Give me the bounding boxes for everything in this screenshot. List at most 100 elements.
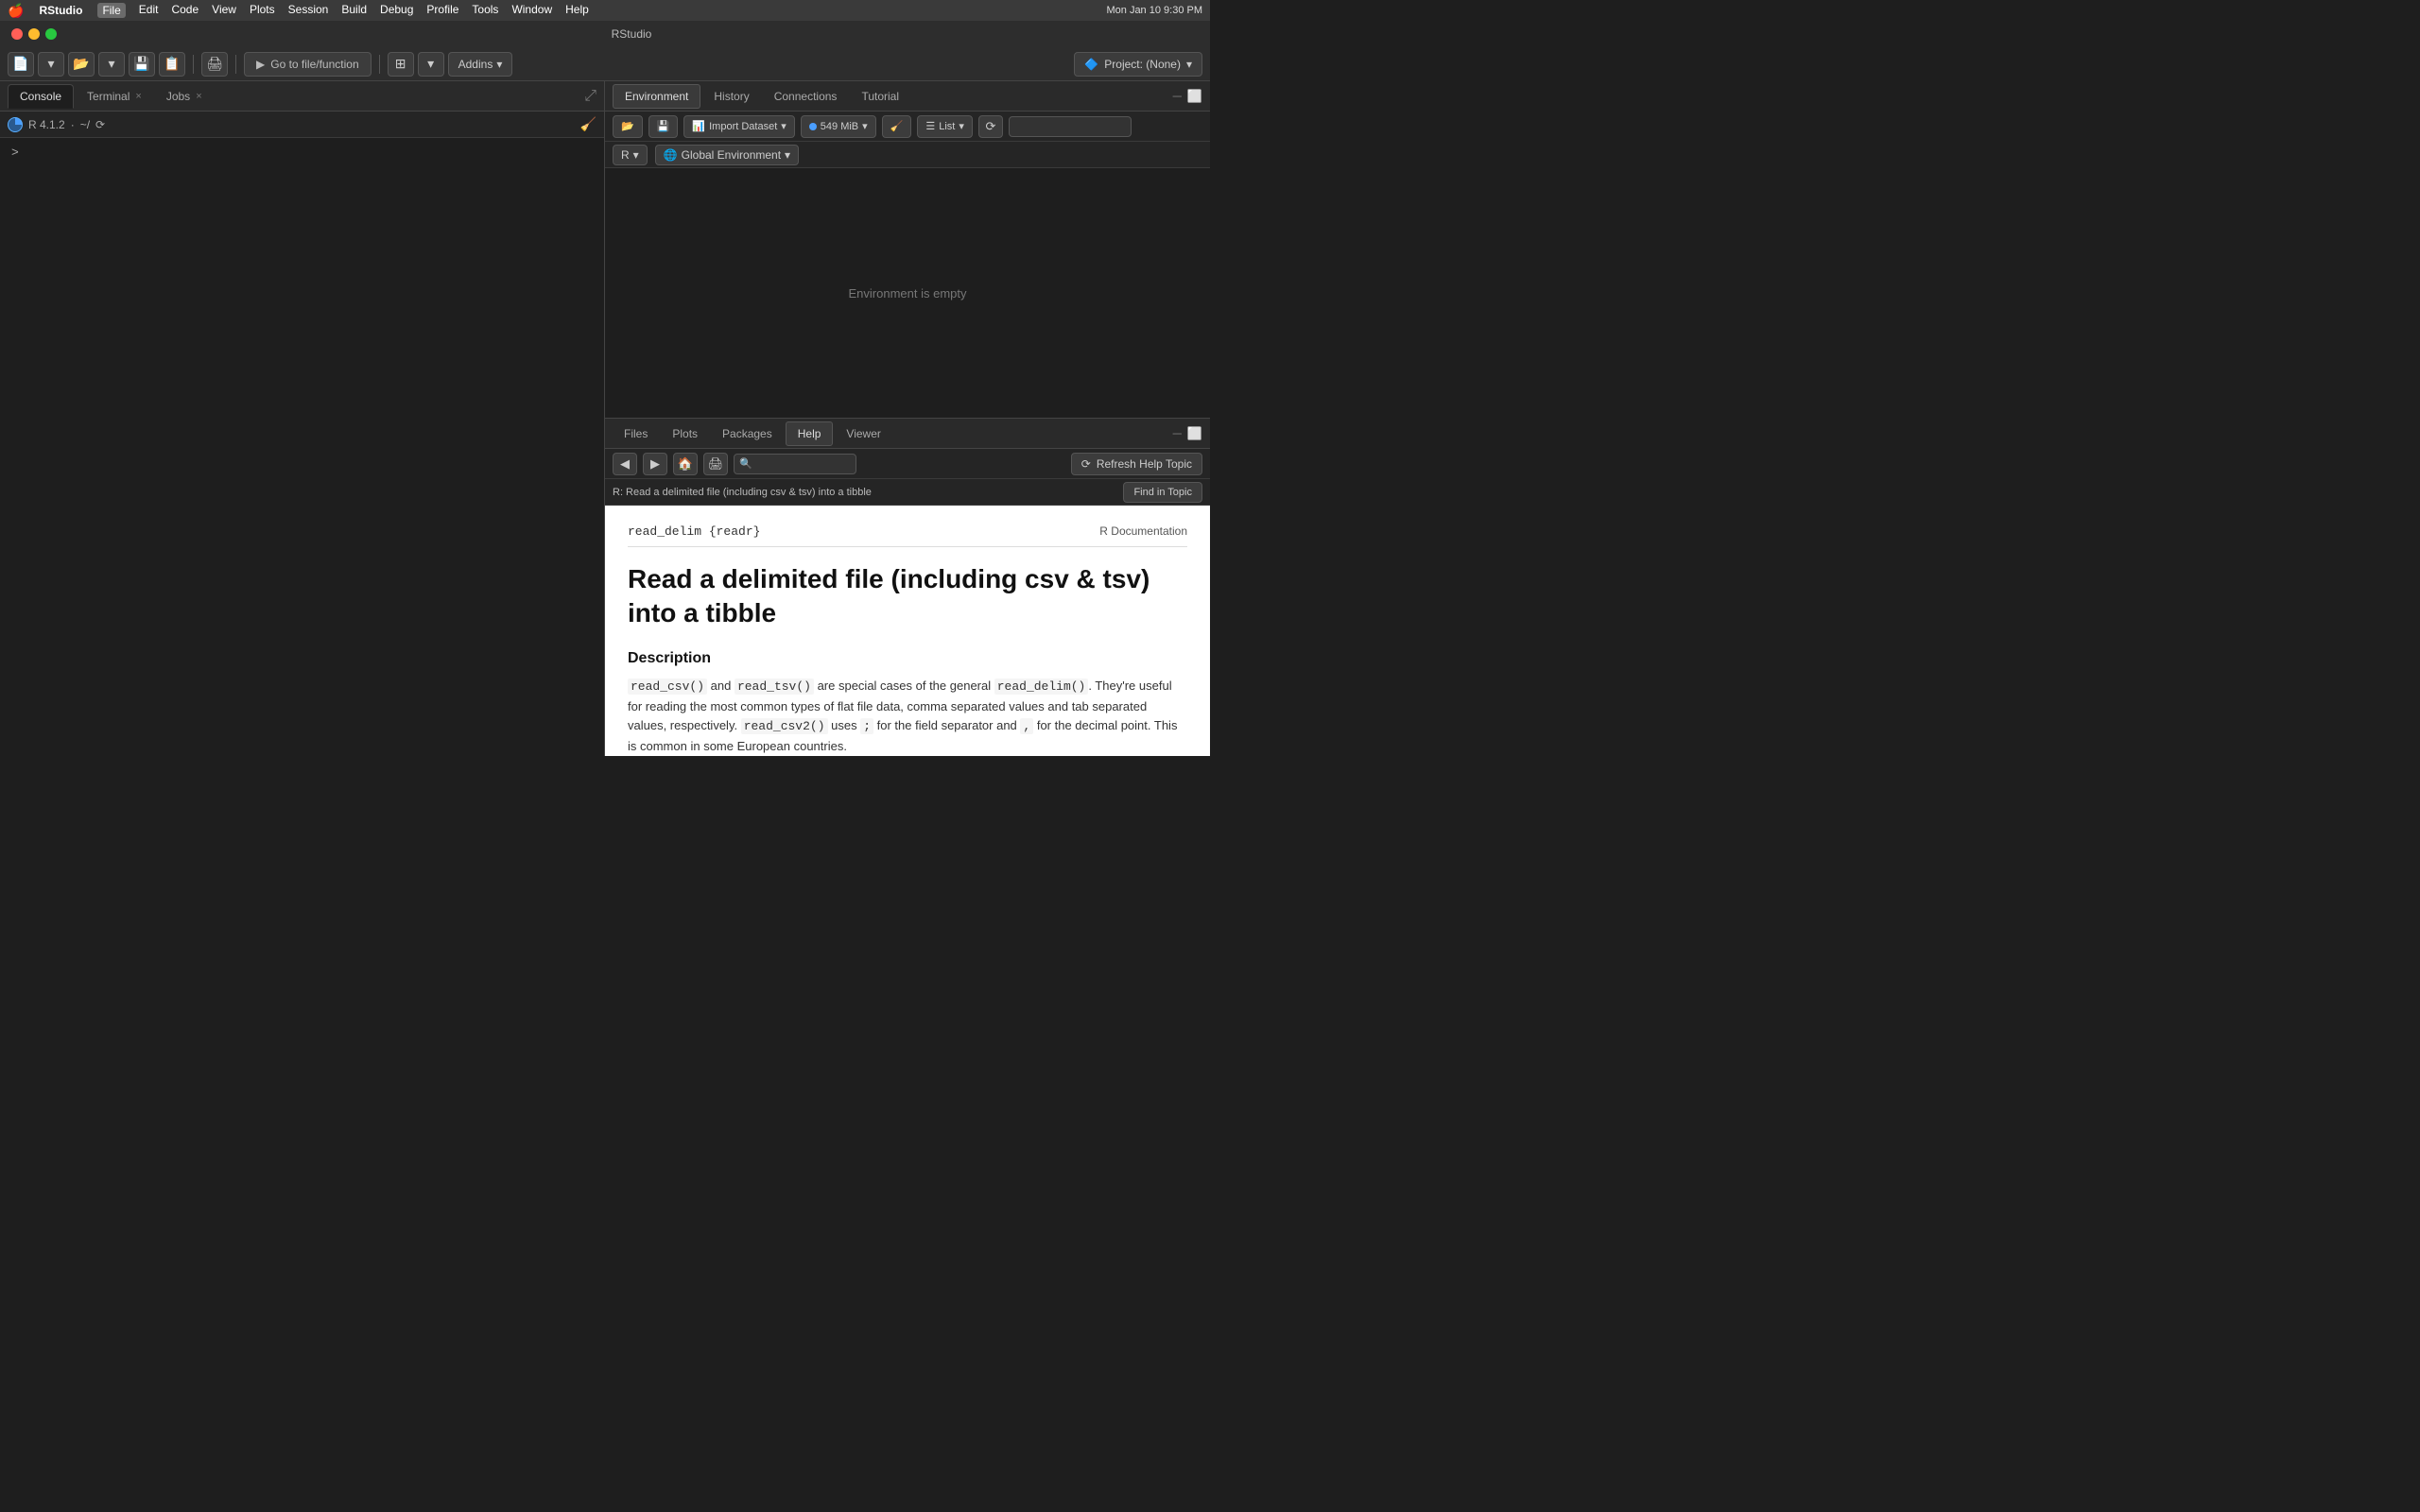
- minimize-window-button[interactable]: [28, 28, 40, 40]
- tab-viewer[interactable]: Viewer: [835, 421, 891, 446]
- global-env-selector[interactable]: 🌐 Global Environment ▾: [655, 145, 799, 165]
- goto-run-icon: ▶: [256, 58, 265, 71]
- left-panel-tabs: Console Terminal × Jobs × ⤢: [0, 81, 604, 112]
- memory-usage-badge[interactable]: 549 MiB ▾: [801, 115, 876, 138]
- tutorial-tab-label: Tutorial: [861, 90, 899, 103]
- refresh-help-button[interactable]: ⟳ Refresh Help Topic: [1071, 453, 1202, 475]
- open-file-button[interactable]: 📂: [68, 52, 95, 77]
- console-separator-dot: ·: [71, 118, 75, 131]
- title-bar: RStudio: [0, 21, 1210, 47]
- r-language-selector[interactable]: R ▾: [613, 145, 648, 165]
- grid-view-dropdown[interactable]: ▾: [418, 52, 444, 77]
- menu-help[interactable]: Help: [565, 3, 589, 18]
- print-button[interactable]: 🖨: [201, 52, 228, 77]
- list-icon: ☰: [925, 120, 935, 132]
- menu-file[interactable]: File: [97, 3, 125, 18]
- list-view-button[interactable]: ☰ List ▾: [917, 115, 973, 138]
- import-dataset-button[interactable]: 📊 Import Dataset ▾: [683, 115, 794, 138]
- help-minimize-button[interactable]: ─: [1173, 426, 1182, 441]
- forward-arrow-icon: ▶: [650, 456, 660, 472]
- maximize-window-button[interactable]: [45, 28, 57, 40]
- main-toolbar: 📄 ▾ 📂 ▾ 💾 📋 🖨 ▶ Go to file/function ⊞ ▾ …: [0, 47, 1210, 81]
- tab-history[interactable]: History: [702, 84, 760, 109]
- menu-build[interactable]: Build: [341, 3, 367, 18]
- apple-menu[interactable]: 🍎: [8, 3, 24, 19]
- global-env-dropdown-icon: ▾: [785, 148, 790, 162]
- menu-session[interactable]: Session: [288, 3, 329, 18]
- traffic-lights: [11, 28, 57, 40]
- tab-help[interactable]: Help: [786, 421, 834, 446]
- tab-terminal[interactable]: Terminal ×: [76, 84, 153, 109]
- help-forward-button[interactable]: ▶: [643, 453, 667, 475]
- terminal-close-icon[interactable]: ×: [135, 91, 141, 102]
- help-back-button[interactable]: ◀: [613, 453, 637, 475]
- refresh-env-button[interactable]: ⟳: [978, 115, 1003, 138]
- help-search-input[interactable]: [734, 454, 856, 474]
- help-description-text: read_csv() and read_tsv() are special ca…: [628, 677, 1187, 756]
- tab-packages[interactable]: Packages: [711, 421, 784, 446]
- help-maximize-button[interactable]: ⬜: [1187, 426, 1202, 441]
- console-content[interactable]: >: [0, 138, 604, 756]
- tab-jobs[interactable]: Jobs ×: [155, 84, 214, 109]
- help-home-button[interactable]: 🏠: [673, 453, 698, 475]
- env-minimize-button[interactable]: ─: [1173, 89, 1182, 104]
- history-tab-label: History: [714, 90, 749, 103]
- tab-environment[interactable]: Environment: [613, 84, 700, 109]
- env-search-input[interactable]: [1009, 116, 1132, 137]
- save-all-button[interactable]: 📋: [159, 52, 185, 77]
- env-toolbar: 📂 💾 📊 Import Dataset ▾ 549 MiB ▾ 🧹: [605, 112, 1210, 142]
- tab-console[interactable]: Console: [8, 84, 74, 109]
- find-in-topic-button[interactable]: Find in Topic: [1123, 482, 1202, 503]
- grid-view-button[interactable]: ⊞: [388, 52, 414, 77]
- open-env-button[interactable]: 📂: [613, 115, 643, 138]
- help-print-button[interactable]: 🖨: [703, 453, 728, 475]
- menu-profile[interactable]: Profile: [426, 3, 458, 18]
- menu-view[interactable]: View: [212, 3, 236, 18]
- print-help-icon: 🖨: [708, 456, 724, 472]
- menu-window[interactable]: Window: [511, 3, 552, 18]
- new-file-dropdown[interactable]: ▾: [38, 52, 64, 77]
- goto-file-button[interactable]: ▶ Go to file/function: [244, 52, 372, 77]
- help-tab-label: Help: [798, 427, 821, 440]
- close-window-button[interactable]: [11, 28, 23, 40]
- main-layout: Console Terminal × Jobs × ⤢ R 4.1.2 · ~/…: [0, 81, 1210, 756]
- addins-button[interactable]: Addins ▾: [448, 52, 513, 77]
- refresh-icon: ⟳: [1081, 457, 1091, 471]
- environment-tab-label: Environment: [625, 90, 688, 103]
- tab-files[interactable]: Files: [613, 421, 659, 446]
- help-content-area[interactable]: read_delim {readr} R Documentation Read …: [605, 506, 1210, 756]
- left-panel-maximize-button[interactable]: ⤢: [584, 88, 596, 105]
- time-display: Mon Jan 10 9:30 PM: [1106, 5, 1202, 16]
- jobs-close-icon[interactable]: ×: [196, 91, 201, 102]
- menu-edit[interactable]: Edit: [139, 3, 159, 18]
- menu-plots[interactable]: Plots: [250, 3, 275, 18]
- back-arrow-icon: ◀: [620, 456, 630, 472]
- new-file-icon: 📄: [12, 56, 28, 72]
- new-file-button[interactable]: 📄: [8, 52, 34, 77]
- clear-env-button[interactable]: 🧹: [882, 115, 912, 138]
- save-file-button[interactable]: 💾: [129, 52, 155, 77]
- find-in-topic-label: Find in Topic: [1133, 487, 1192, 498]
- refresh-env-icon: ⟳: [985, 119, 995, 134]
- addins-label: Addins: [458, 58, 493, 71]
- env-maximize-button[interactable]: ⬜: [1187, 89, 1202, 104]
- save-env-button[interactable]: 💾: [648, 115, 679, 138]
- toolbar-separator-2: [235, 55, 236, 74]
- console-header: R 4.1.2 · ~/ ⟳ 🧹: [0, 112, 604, 138]
- tab-tutorial[interactable]: Tutorial: [850, 84, 910, 109]
- open-folder-icon: 📂: [73, 56, 89, 72]
- project-button[interactable]: 🔷 Project: (None) ▾: [1074, 52, 1202, 77]
- jobs-tab-label: Jobs: [166, 90, 190, 103]
- console-tab-label: Console: [20, 90, 61, 103]
- tab-connections[interactable]: Connections: [763, 84, 849, 109]
- menu-code[interactable]: Code: [171, 3, 199, 18]
- console-clear-button[interactable]: 🧹: [580, 116, 596, 132]
- working-dir-icon[interactable]: ⟳: [95, 118, 105, 131]
- semicolon-code: ;: [860, 718, 873, 734]
- menu-tools[interactable]: Tools: [472, 3, 498, 18]
- open-file-dropdown[interactable]: ▾: [98, 52, 125, 77]
- tab-plots[interactable]: Plots: [661, 421, 709, 446]
- menu-debug[interactable]: Debug: [380, 3, 413, 18]
- project-icon: 🔷: [1084, 58, 1098, 71]
- env-selector-bar: R ▾ 🌐 Global Environment ▾: [605, 142, 1210, 168]
